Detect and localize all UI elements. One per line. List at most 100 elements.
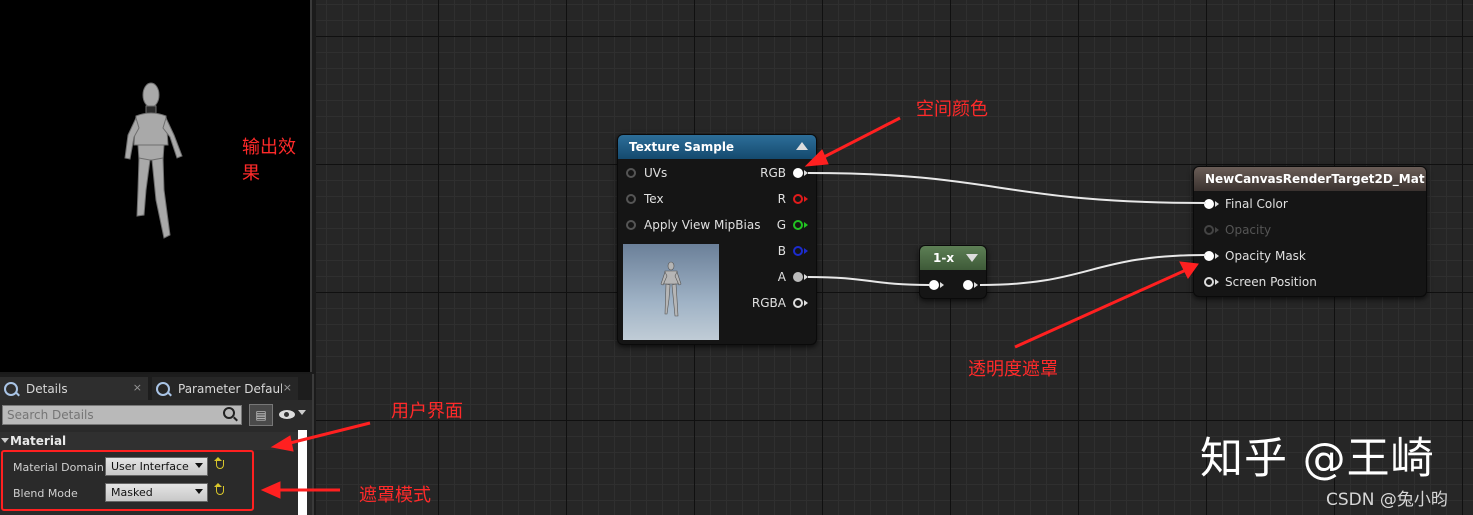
pin-icon	[1204, 277, 1214, 287]
pin-icon	[929, 280, 939, 290]
pin-label: Screen Position	[1225, 275, 1317, 289]
close-icon[interactable]: ×	[133, 381, 142, 394]
details-tab-bar: Details × Parameter Defaults ×	[0, 374, 312, 400]
a-output-pin[interactable]: A	[778, 270, 808, 284]
space-color-annotation: 空间颜色	[916, 99, 988, 120]
material-domain-value: User Interface	[111, 460, 189, 473]
material-preview-viewport[interactable]: 输出效果	[0, 0, 312, 372]
pin-arrow-icon	[804, 170, 808, 176]
collapse-icon[interactable]	[966, 254, 978, 262]
pin-label: RGBA	[751, 296, 786, 310]
details-search-icon	[4, 381, 18, 396]
blend-mode-select[interactable]: Masked	[105, 483, 208, 502]
pin-arrow-icon	[804, 274, 808, 280]
dropdown-arrow-icon	[195, 489, 203, 494]
details-search-row: ▤	[0, 404, 312, 426]
collapse-icon[interactable]	[796, 142, 808, 150]
material-domain-select[interactable]: User Interface	[105, 457, 208, 476]
csdn-credit: CSDN @兔小昀	[1326, 490, 1448, 510]
pin-icon	[1204, 225, 1214, 235]
pin-arrow-icon	[940, 282, 944, 288]
pin-arrow-icon	[804, 248, 808, 254]
uvs-input-pin[interactable]: UVs	[626, 166, 667, 180]
parameter-search-icon	[156, 381, 170, 396]
pin-label: Tex	[644, 192, 664, 206]
zhihu-watermark: 知乎 @王崎	[1200, 434, 1435, 484]
node-header: NewCanvasRenderTarget2D_Mat	[1194, 167, 1426, 191]
pin-label: Final Color	[1225, 197, 1288, 211]
visibility-options-button[interactable]	[278, 407, 306, 423]
close-icon[interactable]: ×	[283, 381, 292, 394]
pin-label: Opacity Mask	[1225, 249, 1306, 263]
rgba-output-pin[interactable]: RGBA	[752, 296, 808, 310]
texture-sample-node[interactable]: Texture Sample UVs Tex Apply View MipBia…	[617, 134, 817, 345]
search-details-input[interactable]	[2, 405, 242, 425]
pin-label: UVs	[644, 166, 668, 180]
reset-to-default-icon[interactable]	[214, 457, 224, 469]
b-output-pin[interactable]: B	[778, 244, 808, 258]
node-header: 1-x	[920, 246, 986, 270]
pin-label: RGB	[760, 166, 786, 180]
pin-label: Apply View MipBias	[644, 218, 761, 232]
final-color-input-pin[interactable]: Final Color	[1204, 197, 1288, 211]
one-minus-node[interactable]: 1-x	[919, 245, 987, 299]
pin-icon	[1204, 251, 1214, 261]
pin-label: G	[776, 218, 786, 232]
tab-parameter-defaults[interactable]: Parameter Defaults ×	[152, 377, 298, 400]
material-domain-label: Material Domain	[13, 461, 104, 474]
pin-arrow-icon	[804, 196, 808, 202]
opacity-mask-input-pin[interactable]: Opacity Mask	[1204, 249, 1306, 263]
chevron-down-icon	[298, 410, 306, 415]
details-scrollbar[interactable]	[298, 430, 307, 515]
one-minus-input-pin[interactable]	[929, 280, 944, 290]
pin-icon	[793, 168, 803, 178]
pin-arrow-icon	[1215, 253, 1219, 259]
user-interface-annotation: 用户界面	[391, 401, 463, 422]
thumbnail-character-figure	[660, 261, 682, 317]
property-matrix-button[interactable]: ▤	[249, 404, 273, 426]
reset-to-default-icon[interactable]	[214, 483, 224, 495]
texture-thumbnail	[623, 244, 719, 340]
dropdown-arrow-icon	[195, 463, 203, 468]
pin-icon	[626, 194, 636, 204]
tex-input-pin[interactable]: Tex	[626, 192, 664, 206]
apply-view-mipbias-input-pin[interactable]: Apply View MipBias	[626, 218, 760, 232]
category-label: Material	[10, 434, 67, 448]
pin-icon	[793, 194, 803, 204]
one-minus-output-pin[interactable]	[963, 280, 978, 290]
pin-label: B	[777, 244, 786, 258]
pin-icon	[1204, 199, 1214, 209]
eye-icon	[279, 410, 295, 419]
search-icon[interactable]	[223, 407, 235, 419]
details-panel: Details × Parameter Defaults × ▤ Materia…	[0, 374, 314, 515]
pin-icon	[963, 280, 973, 290]
character-mannequin-figure	[124, 82, 183, 239]
blend-mode-label: Blend Mode	[13, 487, 78, 500]
pin-label: A	[777, 270, 786, 284]
material-category-header[interactable]: Material	[0, 432, 298, 450]
pin-label: R	[777, 192, 786, 206]
material-domain-row: Material Domain User Interface	[0, 455, 298, 479]
tab-details[interactable]: Details ×	[0, 377, 148, 400]
output-effect-annotation: 输出效果	[242, 137, 296, 184]
material-result-node[interactable]: NewCanvasRenderTarget2D_Mat Final Color …	[1193, 166, 1427, 297]
pin-arrow-icon	[974, 282, 978, 288]
pin-arrow-icon	[804, 222, 808, 228]
pin-label: Opacity	[1225, 223, 1272, 237]
rgb-output-pin[interactable]: RGB	[760, 166, 808, 180]
r-output-pin[interactable]: R	[778, 192, 808, 206]
node-title: NewCanvasRenderTarget2D_Mat	[1205, 172, 1425, 186]
tab-parameter-defaults-label: Parameter Defaults	[178, 381, 282, 396]
blend-mode-value: Masked	[111, 486, 153, 499]
opacity-mask-annotation: 透明度遮罩	[968, 359, 1058, 380]
pin-arrow-icon	[804, 300, 808, 306]
screen-position-input-pin[interactable]: Screen Position	[1204, 275, 1317, 289]
pin-arrow-icon	[1215, 279, 1219, 285]
tab-details-label: Details	[26, 381, 68, 396]
pin-icon	[793, 298, 803, 308]
pin-icon	[793, 220, 803, 230]
g-output-pin[interactable]: G	[777, 218, 808, 232]
pin-arrow-icon	[1215, 201, 1219, 207]
blend-mode-row: Blend Mode Masked	[0, 481, 298, 505]
pin-icon	[793, 272, 803, 282]
